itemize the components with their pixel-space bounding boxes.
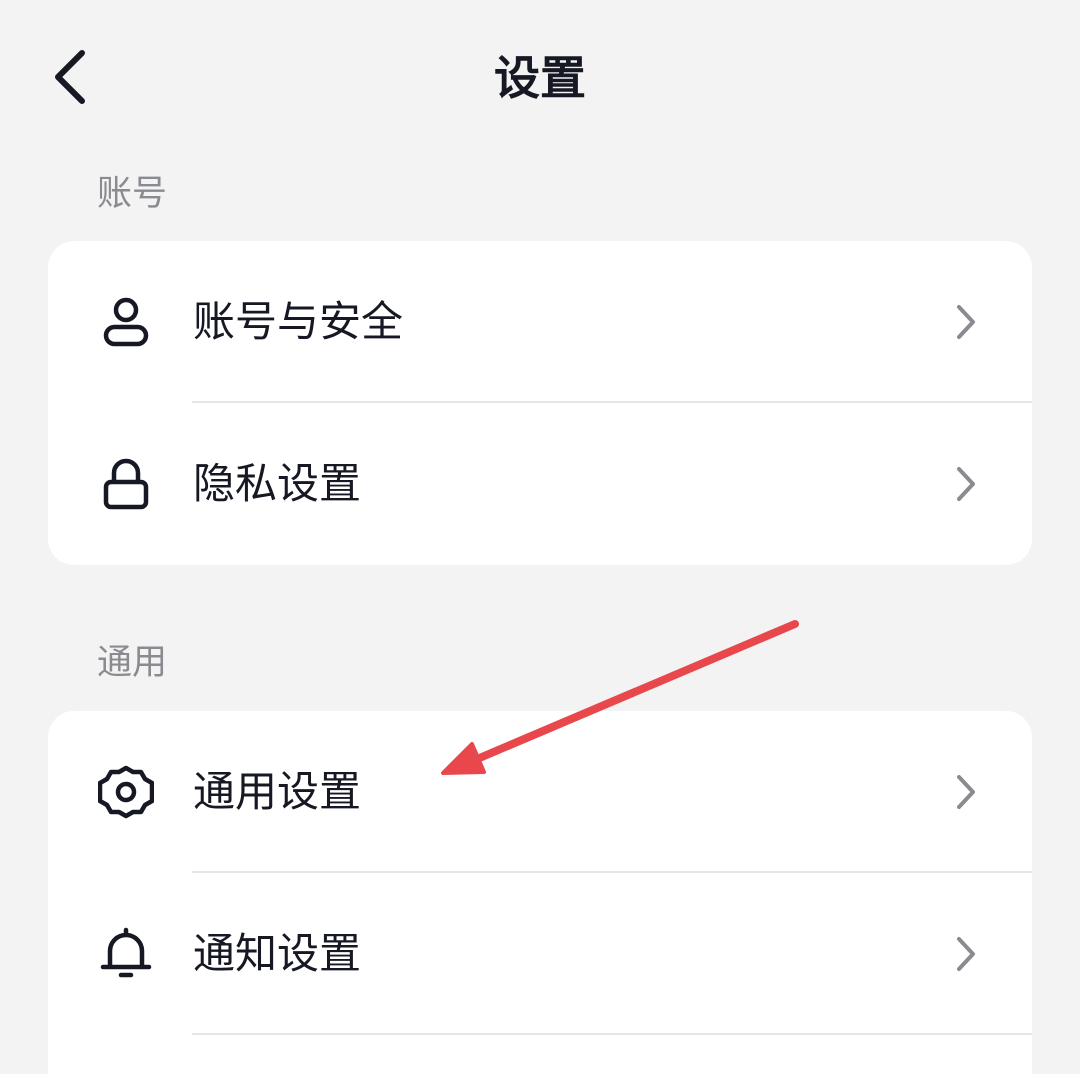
settings-item-label: 隐私设置 (193, 459, 362, 508)
bell-icon (98, 926, 154, 982)
row-divider (192, 1033, 1032, 1035)
gear-icon (98, 764, 154, 820)
settings-item-label: 通知设置 (193, 929, 362, 978)
settings-screen: 设置 账号 账号与安全 隐私设置 通用 通用设置 通知设置 (0, 0, 1080, 1074)
account-card: 账号与安全 隐私设置 (48, 241, 1032, 565)
general-card: 通用设置 通知设置 (48, 711, 1032, 1074)
chevron-right-icon (952, 772, 980, 812)
page-title: 设置 (494, 51, 586, 105)
section-label-general: 通用 (97, 643, 168, 683)
user-icon (98, 294, 154, 350)
section-label-account: 账号 (97, 174, 168, 214)
settings-item-label: 通用设置 (193, 767, 362, 816)
settings-item-label: 账号与安全 (193, 297, 404, 346)
chevron-right-icon (952, 302, 980, 342)
nav-bar: 设置 (0, 0, 1080, 156)
lock-icon (98, 456, 154, 512)
settings-item-privacy[interactable]: 隐私设置 (48, 403, 1032, 565)
chevron-right-icon (952, 464, 980, 504)
chevron-right-icon (952, 934, 980, 974)
settings-item-notifications[interactable]: 通知设置 (48, 873, 1032, 1035)
settings-item-general[interactable]: 通用设置 (48, 711, 1032, 873)
settings-item-account-security[interactable]: 账号与安全 (48, 241, 1032, 403)
